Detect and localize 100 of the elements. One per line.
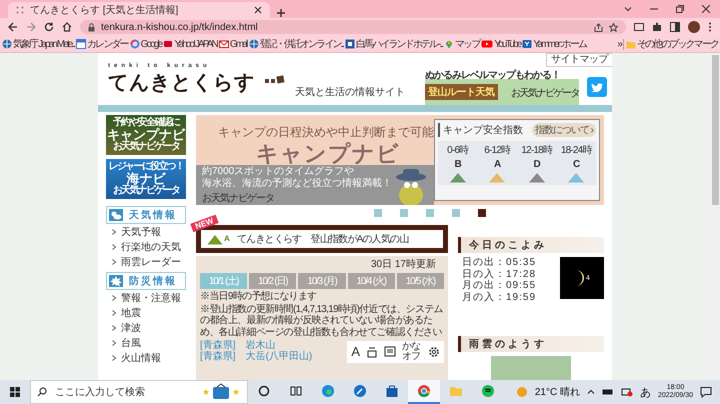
shopping-bag-icon bbox=[384, 383, 400, 399]
side-panel-icon[interactable] bbox=[670, 22, 680, 32]
note-text: ※登山指数の更新時間(1,4,7,13,19時頃)付近では、システムの都合上、最新の情報が反映されていない場合があるため、各山詳細ページの登山指数も合わせてご確認ください bbox=[200, 304, 444, 338]
promo-banner[interactable]: ぬかるみレベルマップもわかる！ 登山ルート天気 お天気ナビゲータ bbox=[425, 68, 579, 105]
envelope-icon bbox=[218, 39, 229, 49]
circle-icon bbox=[256, 383, 272, 399]
bookmark[interactable]: Yahoo! JAPAN bbox=[163, 38, 217, 50]
almanac-row: 月の出：09:55 bbox=[462, 280, 536, 292]
time-label: 12-18時 bbox=[521, 144, 552, 157]
chevron-right-icon bbox=[112, 258, 116, 264]
bookmark[interactable]: YouTube bbox=[481, 38, 520, 50]
kana-toggle[interactable]: かなオフ bbox=[402, 342, 422, 362]
promo-banner[interactable]: レジャーに役立つ！ 海ナビ お天気ナビゲータ bbox=[106, 159, 186, 199]
chevron-right-icon bbox=[112, 228, 116, 234]
sun-icon bbox=[516, 386, 528, 398]
sidebar-link[interactable]: 天気予報 bbox=[106, 224, 186, 239]
site-logo[interactable]: てんきとくらす bbox=[108, 68, 255, 96]
bookmark[interactable]: 白馬ハイランドホテル -... bbox=[345, 37, 442, 51]
almanac-row: 月の入：19:59 bbox=[462, 292, 536, 303]
slide-text: 約7000スポットのタイムグラフや bbox=[202, 166, 356, 178]
bird-icon[interactable] bbox=[587, 76, 607, 96]
mountain-icon bbox=[207, 234, 223, 244]
text-size-button[interactable]: A bbox=[351, 344, 360, 360]
restore-icon[interactable] bbox=[676, 5, 684, 13]
star-icon[interactable] bbox=[609, 22, 618, 32]
close-icon[interactable] bbox=[254, 6, 262, 14]
burst-icon bbox=[109, 275, 123, 287]
grade-label: A bbox=[224, 234, 229, 242]
weather-text[interactable]: 21°C 晴れ bbox=[534, 385, 580, 399]
grade-label: B bbox=[454, 159, 461, 170]
site-tagline: 天気と生活の情報サイト bbox=[295, 86, 405, 99]
scrollbar-thumb[interactable] bbox=[712, 55, 718, 205]
close-icon[interactable] bbox=[702, 5, 710, 13]
sidebar-link[interactable]: 警報・注意報 bbox=[106, 290, 186, 305]
bird-shape-icon bbox=[591, 82, 603, 92]
play-icon bbox=[481, 39, 494, 49]
almanac-row: 日の出：05:35 bbox=[462, 257, 536, 268]
search-field[interactable]: ここに入力して検索 bbox=[30, 380, 248, 404]
chevron-right-icon bbox=[112, 340, 116, 346]
bookmark[interactable]: Yammer : ホーム bbox=[522, 37, 586, 51]
home-icon[interactable] bbox=[62, 22, 72, 32]
chevron-down-icon[interactable] bbox=[624, 5, 632, 13]
reload-icon[interactable] bbox=[44, 22, 54, 32]
settings-icon[interactable] bbox=[428, 346, 440, 358]
sidebar-link[interactable]: 地震 bbox=[106, 305, 186, 320]
furigana-icon[interactable] bbox=[366, 346, 378, 358]
chevron-right-icon bbox=[112, 324, 116, 330]
bookmark[interactable]: カレンダー bbox=[76, 37, 128, 51]
sidebar-link[interactable]: 雨雲レーダー bbox=[106, 254, 186, 269]
bookmark[interactable]: Google bbox=[130, 38, 162, 50]
chevron-right-icon bbox=[112, 294, 116, 300]
sidebar-link[interactable]: 行楽地の天気 bbox=[106, 239, 186, 254]
grade-label: C bbox=[573, 159, 580, 170]
sidebar-link[interactable]: 津波 bbox=[106, 320, 186, 335]
slide-text: 海水浴、海流の予測など役立つ情報満載！ bbox=[202, 178, 393, 190]
folder-icon bbox=[626, 40, 636, 48]
section-heading: 今日のこよみ bbox=[458, 237, 604, 253]
sidebar-link[interactable]: 台風 bbox=[106, 335, 186, 350]
dots-grid-icon bbox=[16, 6, 24, 14]
time-label: 6-12時 bbox=[484, 144, 510, 157]
carousel-slide[interactable]: キャンプの日程決めや中止判断まで可能 キャンプナビ 約7000スポットのタイムグラフや 海水浴、海流の予測など役立つ情報満載！ お天気ナビゲータ キャンプ安全指数 指数について › 0-6時 B 6-12時 A 12-18時 D 18-24時 C bbox=[196, 115, 604, 205]
slide-title: キャンプナビ bbox=[255, 142, 401, 166]
globe-icon bbox=[2, 39, 12, 49]
info-button[interactable]: 指数について › bbox=[532, 123, 596, 137]
panel-title: キャンプ安全指数 bbox=[438, 123, 523, 137]
feature-title: てんきとくらす 登山指数がAの人気の山 bbox=[236, 232, 408, 246]
kebab-menu-icon[interactable] bbox=[708, 22, 712, 32]
search-icon bbox=[37, 387, 47, 397]
more-bookmarks-button[interactable]: » bbox=[617, 38, 621, 50]
ime-indicator[interactable]: あ bbox=[640, 384, 651, 400]
grade-label: A bbox=[494, 159, 500, 170]
plus-icon[interactable] bbox=[276, 8, 286, 18]
bookmark[interactable]: Gmail bbox=[218, 38, 246, 50]
bookmark[interactable]: 気象庁 Japan Mete... bbox=[2, 37, 74, 51]
chevron-right-icon bbox=[112, 354, 116, 360]
back-arrow-icon[interactable] bbox=[8, 22, 18, 32]
share-icon[interactable] bbox=[594, 22, 603, 32]
address-bar[interactable]: tenkura.n-kishou.co.jp/tk/index.html bbox=[80, 20, 626, 34]
globe-icon bbox=[248, 39, 258, 49]
promo-banner[interactable]: 予約や安全確認に キャンプナビ お天気ナビゲータ bbox=[106, 115, 186, 155]
avatar[interactable] bbox=[688, 21, 700, 33]
almanac-row-text: 日の入：17:28 bbox=[462, 268, 536, 280]
prefecture-label: [青森県] bbox=[200, 340, 236, 351]
section-heading: 雨雲のようす bbox=[458, 336, 604, 352]
slide-brand: お天気ナビゲータ bbox=[202, 192, 275, 204]
sidebar-link[interactable]: 火山情報 bbox=[106, 350, 186, 365]
other-bookmarks[interactable]: その他のブックマーク bbox=[626, 37, 718, 51]
battery-icon[interactable] bbox=[602, 388, 614, 396]
sitemap-link[interactable]: サイトマップ bbox=[546, 53, 612, 67]
chevron-up-icon[interactable] bbox=[586, 388, 595, 396]
chevron-right-icon bbox=[112, 244, 116, 250]
bookmark[interactable]: マップ bbox=[444, 37, 480, 51]
note-text: ※当日9時の予想になります bbox=[200, 291, 318, 302]
section-heading: 防災情報 bbox=[106, 272, 186, 290]
bookmark[interactable]: 登記・供託オンライン... bbox=[248, 37, 344, 51]
notification-icon[interactable] bbox=[700, 386, 712, 398]
lock-icon bbox=[88, 22, 95, 32]
browser-tab[interactable]: てんきとくらす [天気と生活情報] bbox=[8, 2, 270, 18]
grade-label: D bbox=[534, 159, 540, 170]
reader-icon[interactable] bbox=[384, 346, 396, 358]
